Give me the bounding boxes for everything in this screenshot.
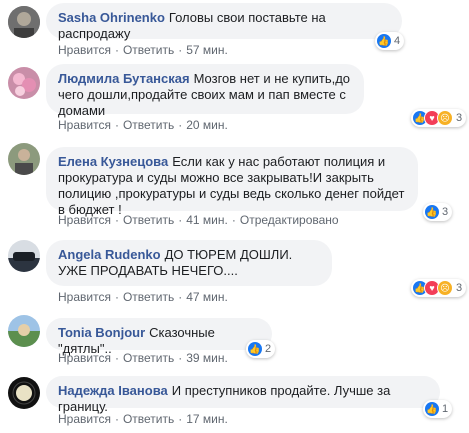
comment-bubble: Tonia Bonjour Сказочные "дятлы".. (46, 318, 272, 356)
comment-actions: Нравится · Ответить · 47 мин. (58, 290, 228, 304)
comment-bubble: Людмила Бутанская Мозгов нет и не купить,… (46, 64, 364, 118)
comment-time[interactable]: 17 мин. (186, 412, 228, 426)
avatar[interactable] (8, 6, 40, 38)
comment-actions: Нравится · Ответить · 17 мин. (58, 412, 228, 426)
angry-icon: ☹ (437, 280, 453, 296)
comment-time[interactable]: 20 мин. (186, 118, 228, 132)
reply-button[interactable]: Ответить (123, 412, 174, 426)
edited-label[interactable]: Отредактировано (240, 213, 339, 227)
comment-bubble: Надежда Іванова И преступников продайте. … (46, 376, 440, 414)
avatar[interactable] (8, 67, 40, 99)
like-button[interactable]: Нравится (58, 43, 111, 57)
avatar[interactable] (8, 315, 40, 347)
avatar[interactable] (8, 240, 40, 272)
avatar[interactable] (8, 143, 40, 175)
like-button[interactable]: Нравится (58, 351, 111, 365)
comment-actions: Нравится · Ответить · 20 мин. (58, 118, 228, 132)
reply-button[interactable]: Ответить (123, 351, 174, 365)
reply-button[interactable]: Ответить (123, 43, 174, 57)
reaction-summary[interactable]: 👍 1 (423, 400, 453, 418)
comment-actions: Нравится · Ответить · 39 мин. (58, 351, 228, 365)
comment-author[interactable]: Надежда Іванова (58, 383, 168, 398)
reaction-summary[interactable]: 👍 2 (246, 340, 276, 358)
reply-button[interactable]: Ответить (123, 118, 174, 132)
like-button[interactable]: Нравится (58, 118, 111, 132)
reaction-summary[interactable]: 👍 4 (375, 32, 405, 50)
comment-author[interactable]: Angela Rudenko (58, 247, 161, 262)
comment-author[interactable]: Tonia Bonjour (58, 325, 145, 340)
like-button[interactable]: Нравится (58, 412, 111, 426)
reaction-summary[interactable]: 👍 ♥ ☹ 3 (411, 279, 467, 297)
reaction-summary[interactable]: 👍 3 (423, 203, 453, 221)
reply-button[interactable]: Ответить (123, 213, 174, 227)
comment-actions: Нравится · Ответить · 57 мин. (58, 43, 228, 57)
comment-actions: Нравится · Ответить · 41 мин. · Отредактирован… (58, 213, 339, 227)
comment-time[interactable]: 47 мин. (186, 290, 228, 304)
like-button[interactable]: Нравится (58, 213, 111, 227)
like-icon: 👍 (425, 402, 439, 416)
comment-author[interactable]: Sasha Ohrinenko (58, 10, 165, 25)
comment-time[interactable]: 39 мин. (186, 351, 228, 365)
comment-author[interactable]: Людмила Бутанская (58, 71, 190, 86)
like-icon: 👍 (248, 342, 262, 356)
like-icon: 👍 (377, 34, 391, 48)
reaction-summary[interactable]: 👍 ♥ ☹ 3 (411, 109, 467, 127)
comment-time[interactable]: 41 мин. (186, 213, 228, 227)
avatar[interactable] (8, 377, 40, 409)
reply-button[interactable]: Ответить (123, 290, 174, 304)
comment-time[interactable]: 57 мин. (186, 43, 228, 57)
comment-author[interactable]: Елена Кузнецова (58, 154, 168, 169)
comment-bubble: Angela Rudenko ДО ТЮРЕМ ДОШЛИ. УЖЕ ПРОДАВ… (46, 240, 332, 286)
comment-bubble: Sasha Ohrinenko Головы свои поставьте на … (46, 3, 402, 41)
like-icon: 👍 (425, 205, 439, 219)
angry-icon: ☹ (437, 110, 453, 126)
like-button[interactable]: Нравится (58, 290, 111, 304)
comment-bubble: Елена Кузнецова Если как у нас работают п… (46, 147, 418, 217)
